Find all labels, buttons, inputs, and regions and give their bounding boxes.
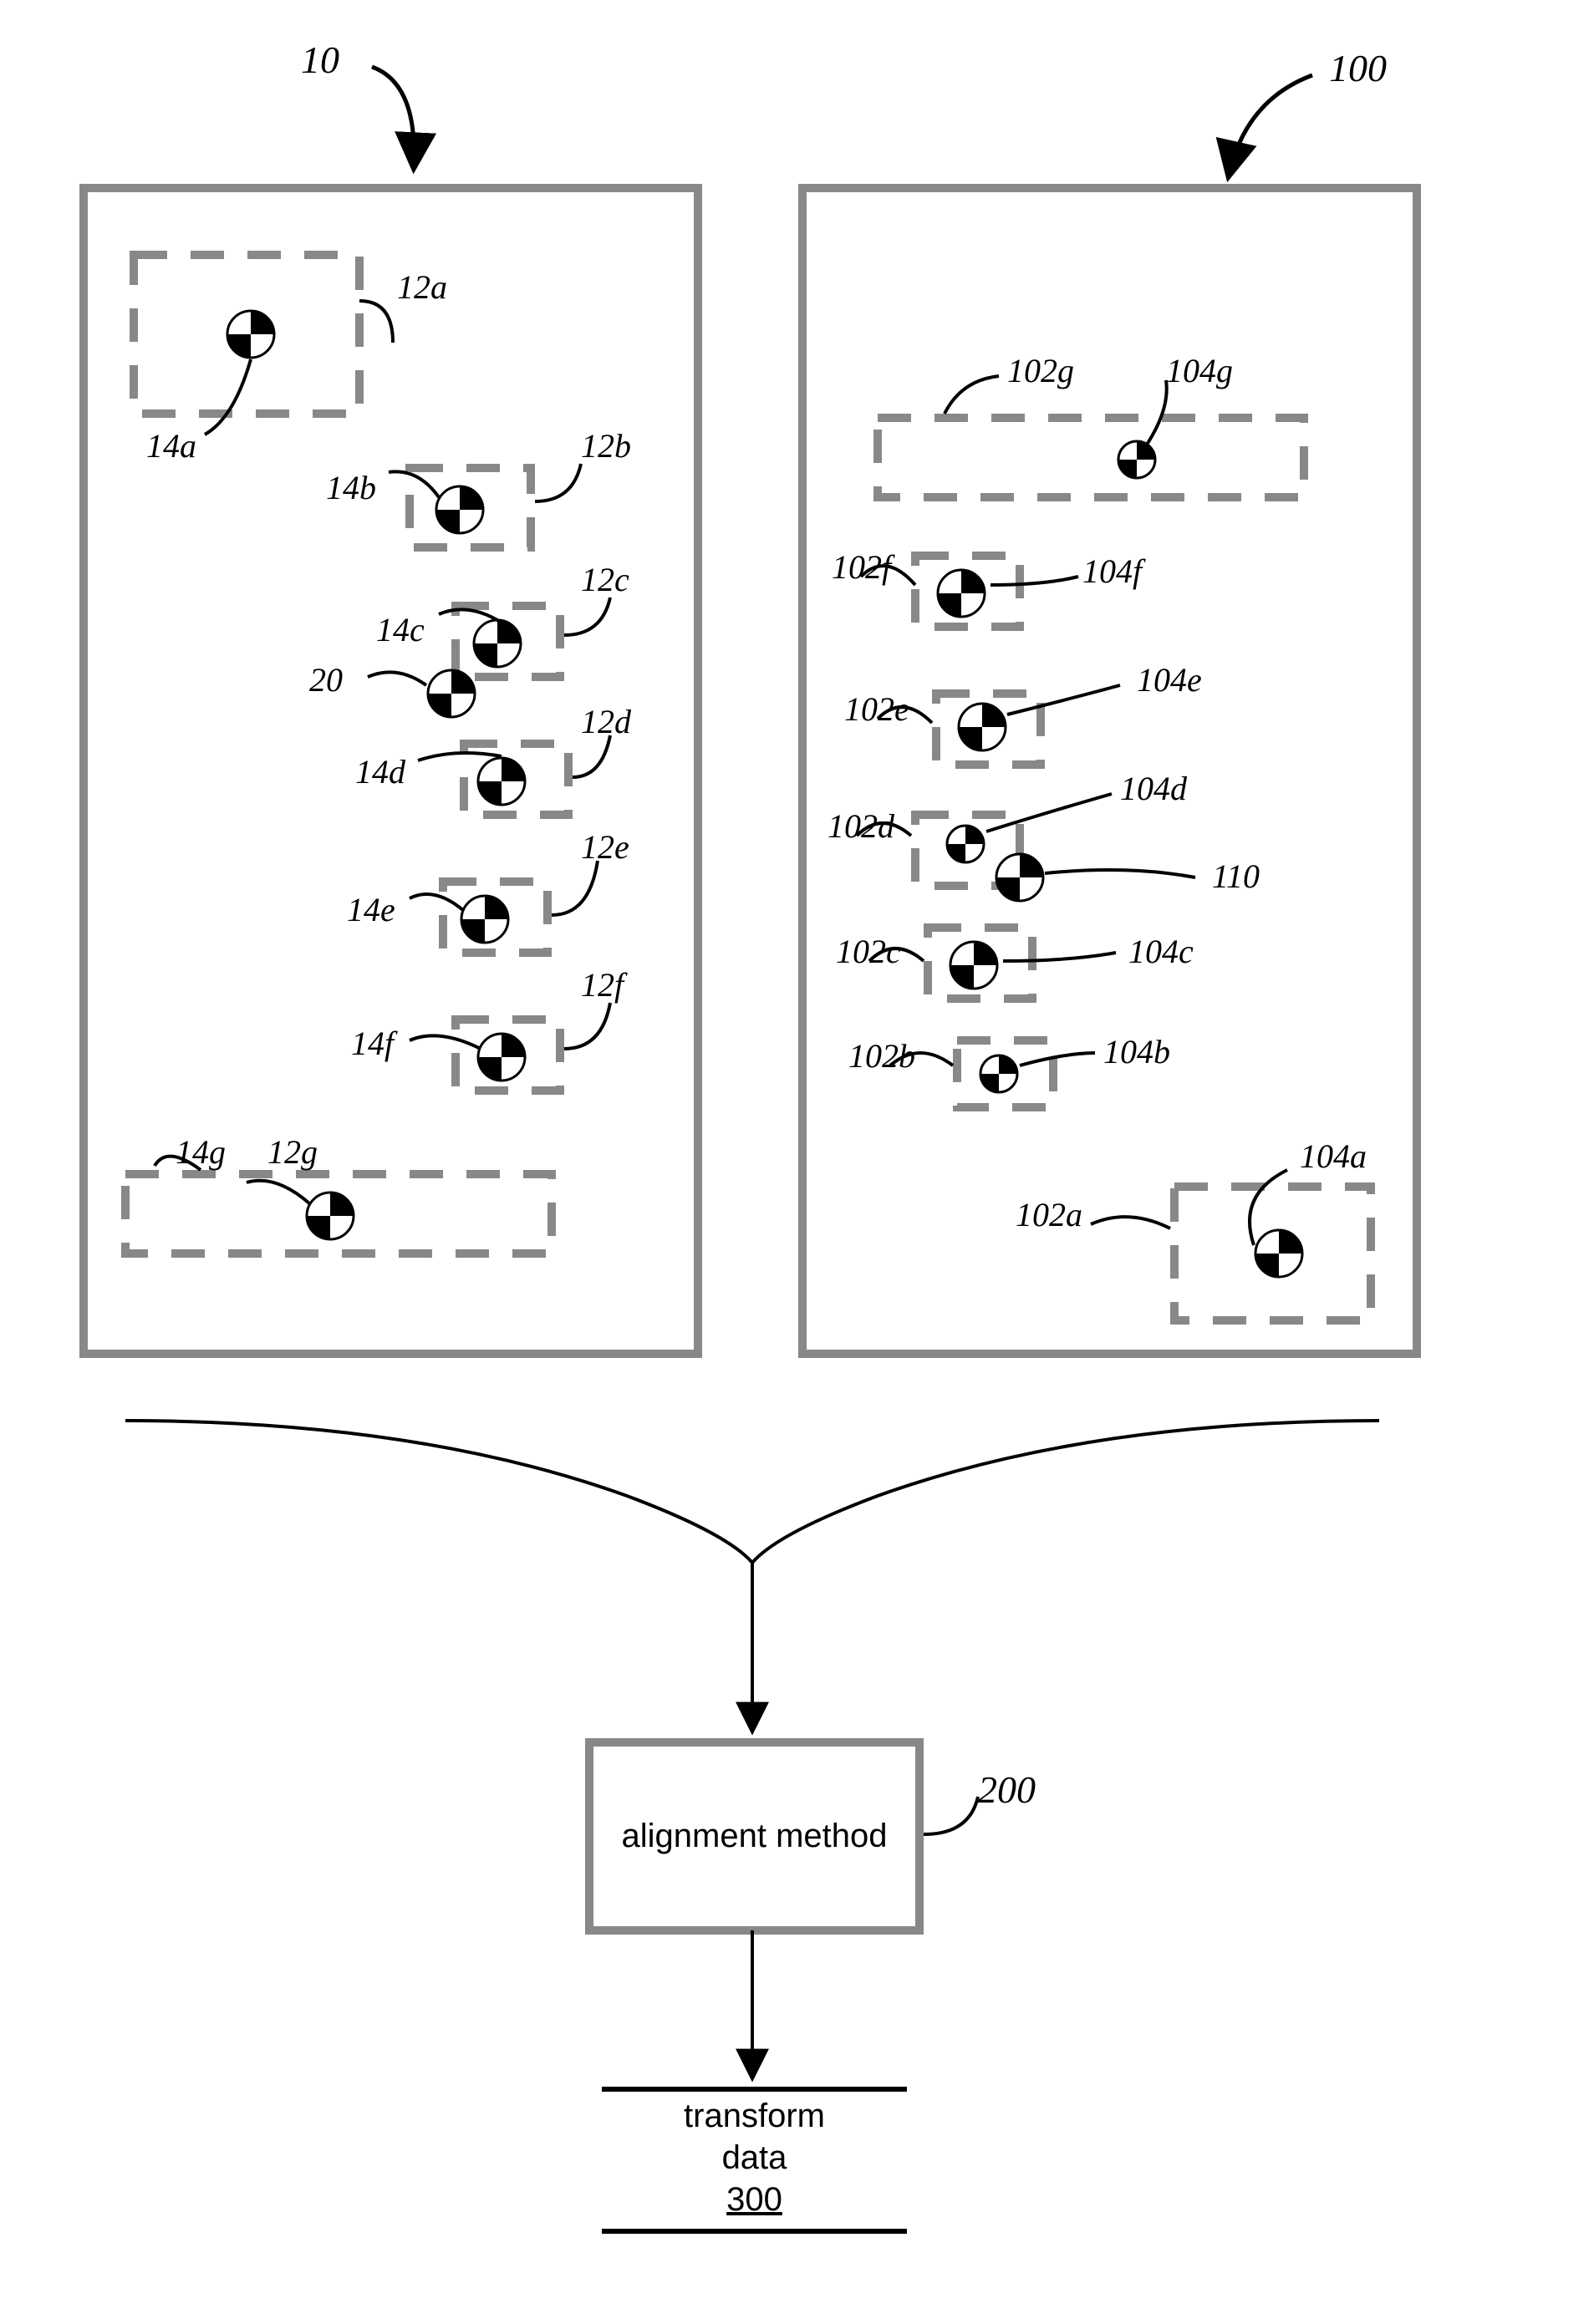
page: 10 100 12a 14a 12b 14b 12c 14c 20 12d 14…: [0, 0, 1594, 2324]
label-100: 100: [1329, 46, 1387, 90]
label-12e: 12e: [581, 827, 629, 867]
output-line1: transform: [602, 2098, 907, 2135]
label-104b: 104b: [1103, 1032, 1170, 1071]
merge-brace: [125, 1421, 1379, 1563]
centroid-14d: [478, 758, 525, 805]
output-ref: 300: [602, 2181, 907, 2219]
left-regions: [125, 255, 568, 1254]
arrow-to-right-panel: [1229, 75, 1312, 175]
label-14a: 14a: [146, 426, 196, 465]
centroid-14c: [474, 620, 521, 667]
label-102f: 102f: [832, 547, 891, 587]
label-104f: 104f: [1082, 552, 1142, 591]
output-line2: data: [602, 2139, 907, 2177]
centroid-104c: [950, 942, 997, 989]
centroid-104d: [947, 826, 984, 862]
label-102c: 102c: [836, 932, 901, 971]
process-text: alignment method: [589, 1818, 919, 1855]
label-14f: 14f: [351, 1024, 394, 1063]
centroid-110: [996, 854, 1043, 901]
label-104a: 104a: [1300, 1137, 1367, 1176]
label-102a: 102a: [1016, 1195, 1082, 1234]
label-110: 110: [1212, 857, 1260, 896]
label-12d: 12d: [581, 702, 631, 741]
centroid-14a: [227, 311, 274, 358]
label-14d: 14d: [355, 752, 405, 791]
label-102e: 102e: [844, 689, 909, 729]
label-200: 200: [978, 1767, 1036, 1812]
centroid-104b: [980, 1055, 1017, 1092]
centroid-14f: [478, 1034, 525, 1081]
label-104d: 104d: [1120, 769, 1187, 808]
label-14c: 14c: [376, 610, 425, 649]
region-102g: [878, 418, 1304, 497]
label-104g: 104g: [1166, 351, 1233, 390]
label-102g: 102g: [1007, 351, 1074, 390]
label-14e: 14e: [347, 890, 395, 929]
centroid-14b: [436, 486, 483, 533]
label-12g: 12g: [267, 1132, 318, 1172]
right-panel: [802, 188, 1417, 1354]
label-12f: 12f: [581, 965, 624, 1004]
centroid-14g: [307, 1193, 354, 1239]
label-104e: 104e: [1137, 660, 1202, 699]
centroid-20: [428, 670, 475, 717]
label-102b: 102b: [848, 1036, 915, 1076]
centroid-104a: [1255, 1230, 1302, 1277]
centroid-104f: [938, 570, 985, 617]
label-12a: 12a: [397, 267, 447, 307]
leader-200: [924, 1797, 978, 1834]
label-12b: 12b: [581, 426, 631, 465]
centroid-14e: [461, 896, 508, 943]
centroid-104e: [959, 704, 1006, 750]
label-104c: 104c: [1128, 932, 1194, 971]
label-14b: 14b: [326, 468, 376, 507]
label-14g: 14g: [176, 1132, 226, 1172]
label-20: 20: [309, 660, 343, 699]
label-102d: 102d: [828, 806, 894, 846]
arrow-to-left-panel: [372, 67, 414, 167]
label-12c: 12c: [581, 560, 629, 599]
centroid-104g: [1118, 441, 1155, 478]
label-10: 10: [301, 38, 339, 82]
